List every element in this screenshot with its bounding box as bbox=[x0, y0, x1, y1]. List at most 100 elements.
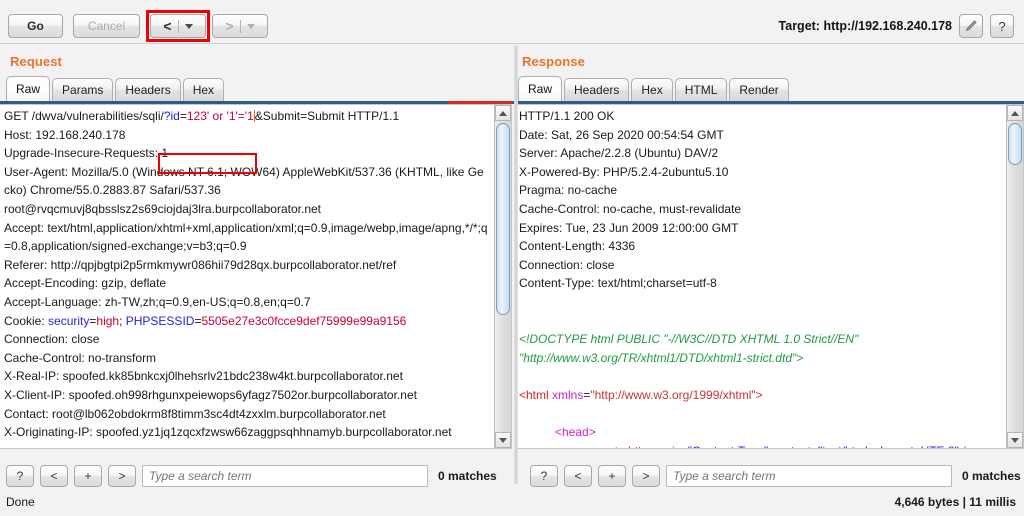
response-tab-headers[interactable]: Headers bbox=[564, 78, 630, 101]
request-line: Connection: close bbox=[4, 332, 100, 347]
tab-label: Raw bbox=[16, 82, 41, 96]
text-segment: <meta bbox=[591, 444, 625, 448]
response-search-prev-button[interactable]: < bbox=[564, 465, 592, 487]
status-message: Done bbox=[6, 495, 35, 509]
request-panel-title: Request bbox=[10, 54, 62, 69]
response-header-line: X-Powered-By: PHP/5.2.4-2ubuntu5.10 bbox=[519, 164, 729, 179]
request-line: X-Real-IP: spoofed.kk85bnkcxj0lhehsrlv21… bbox=[4, 369, 403, 384]
request-tabstrip: Raw Params Headers Hex bbox=[6, 76, 226, 101]
response-body-line bbox=[519, 405, 1001, 424]
status-bar: Done 4,646 bytes | 11 millis bbox=[0, 492, 1024, 516]
help-icon: ? bbox=[998, 18, 1006, 34]
request-line: Upgrade-Insecure-Requests: 1 bbox=[4, 146, 169, 161]
request-search-next-button[interactable]: > bbox=[108, 465, 136, 487]
response-body-line: <!DOCTYPE html PUBLIC "-//W3C//DTD XHTML… bbox=[519, 332, 859, 347]
scroll-down-button[interactable] bbox=[1007, 432, 1023, 448]
text-segment: security bbox=[48, 313, 90, 328]
triangle-up-icon bbox=[499, 110, 507, 116]
triangle-down-icon bbox=[499, 437, 507, 443]
response-header-line: Date: Sat, 26 Sep 2020 00:54:54 GMT bbox=[519, 127, 724, 142]
response-panel: Response Raw Headers Hex HTML Render HTTP/1.… bbox=[512, 44, 1024, 464]
request-match-count: 0 matches bbox=[438, 469, 497, 483]
edit-target-button[interactable] bbox=[959, 14, 983, 38]
request-tab-headers[interactable]: Headers bbox=[115, 78, 181, 101]
request-editor[interactable]: GET /dwva/vulnerabilities/sqli/?id=123' … bbox=[0, 104, 512, 449]
text-segment: "text/html; charset=UTF-8" bbox=[818, 444, 959, 448]
request-tab-raw[interactable]: Raw bbox=[6, 76, 51, 101]
cancel-button[interactable]: Cancel bbox=[73, 14, 140, 38]
pencil-icon bbox=[965, 20, 977, 32]
help-button[interactable]: ? bbox=[990, 14, 1014, 38]
tab-label: Render bbox=[739, 83, 779, 97]
request-search-help-button[interactable]: ? bbox=[6, 465, 34, 487]
request-line: root@rvqcmuvj8qbsslsz2s69ciojdaj3lra.bur… bbox=[4, 201, 322, 216]
response-tab-hex[interactable]: Hex bbox=[631, 78, 673, 101]
status-metrics: 4,646 bytes | 11 millis bbox=[894, 495, 1016, 509]
chevron-down-icon[interactable] bbox=[184, 23, 193, 29]
go-button[interactable]: Go bbox=[8, 14, 63, 38]
response-tab-raw[interactable]: Raw bbox=[518, 76, 563, 101]
request-line: Cache-Control: no-transform bbox=[4, 350, 157, 365]
response-editor[interactable]: HTTP/1.1 200 OK Date: Sat, 26 Sep 2020 00… bbox=[514, 104, 1024, 449]
response-raw-text: HTTP/1.1 200 OK Date: Sat, 26 Sep 2020 00… bbox=[519, 107, 1001, 448]
response-header-line: Cache-Control: no-cache, must-revalidate bbox=[519, 201, 742, 216]
scroll-down-button[interactable] bbox=[495, 432, 511, 448]
next-icon: > bbox=[118, 469, 126, 483]
response-search-help-button[interactable]: ? bbox=[530, 465, 558, 487]
request-search-input[interactable] bbox=[142, 465, 428, 487]
scroll-up-button[interactable] bbox=[1007, 105, 1023, 121]
next-request-button[interactable]: > bbox=[212, 14, 268, 38]
response-body-line bbox=[519, 367, 1001, 386]
response-panel-title: Response bbox=[522, 54, 585, 69]
response-body-line: "http://www.w3.org/TR/xhtml1/DTD/xhtml1-… bbox=[519, 350, 804, 365]
request-line: Cookie: security=high; PHPSESSID=5505e27… bbox=[4, 312, 489, 331]
chevron-down-icon[interactable] bbox=[246, 23, 255, 29]
text-segment: content bbox=[768, 444, 811, 448]
text-segment: <html bbox=[519, 387, 549, 402]
next-icon: > bbox=[642, 469, 650, 483]
response-scroll-thumb[interactable] bbox=[1008, 123, 1022, 165]
text-segment: Cookie: bbox=[4, 313, 49, 328]
scroll-up-button[interactable] bbox=[495, 105, 511, 121]
text-segment: &Submit=Submit HTTP/1.1 bbox=[254, 109, 400, 123]
response-tab-html[interactable]: HTML bbox=[674, 78, 728, 101]
response-search-next-button[interactable]: > bbox=[632, 465, 660, 487]
text-segment: GET /dwva/vulnerabilities/sqli/ bbox=[4, 109, 164, 123]
request-search-add-button[interactable]: + bbox=[74, 465, 102, 487]
tab-label: HTML bbox=[684, 83, 718, 97]
response-tab-render[interactable]: Render bbox=[729, 78, 789, 101]
request-scrollbar[interactable] bbox=[494, 105, 511, 448]
response-header-line: Connection: close bbox=[519, 257, 615, 272]
request-search-bar: ? < + > 0 matches bbox=[6, 462, 497, 490]
response-scrollbar[interactable] bbox=[1006, 105, 1023, 448]
text-segment: = bbox=[179, 109, 187, 123]
request-line: Accept: text/html,application/xhtml+xml,… bbox=[4, 220, 488, 254]
previous-request-button[interactable]: < bbox=[150, 14, 206, 38]
text-segment: /> bbox=[959, 444, 972, 448]
request-tab-hex[interactable]: Hex bbox=[182, 78, 225, 101]
triangle-up-icon bbox=[1011, 110, 1019, 116]
response-body-line: <meta http-equiv="Content-Type" content=… bbox=[519, 442, 1001, 448]
response-search-input[interactable] bbox=[666, 465, 952, 487]
text-segment: 123' or '1'='1 bbox=[186, 109, 254, 123]
text-segment: "Content-Type" bbox=[688, 444, 769, 448]
response-header-line: Pragma: no-cache bbox=[519, 183, 618, 198]
request-search-prev-button[interactable]: < bbox=[40, 465, 68, 487]
response-search-add-button[interactable]: + bbox=[598, 465, 626, 487]
help-icon: ? bbox=[16, 469, 24, 483]
response-header-line: Content-Length: 4336 bbox=[519, 239, 636, 254]
panel-splitter[interactable] bbox=[514, 46, 518, 484]
request-tab-params[interactable]: Params bbox=[52, 78, 114, 101]
tab-label: Params bbox=[62, 83, 104, 97]
target-label: Target: http://192.168.240.178 bbox=[778, 19, 952, 33]
prev-icon: < bbox=[50, 469, 58, 483]
response-match-count: 0 matches bbox=[962, 469, 1021, 483]
response-header-line: Server: Apache/2.2.8 (Ubuntu) DAV/2 bbox=[519, 146, 719, 161]
request-line: X-Client-IP: spoofed.oh998rhgunxpeiewops… bbox=[4, 387, 417, 402]
tab-label: Headers bbox=[125, 83, 171, 97]
button-separator bbox=[239, 19, 241, 33]
request-scroll-thumb[interactable] bbox=[496, 123, 510, 315]
tab-label: Hex bbox=[641, 83, 663, 97]
text-segment: high bbox=[96, 313, 120, 328]
